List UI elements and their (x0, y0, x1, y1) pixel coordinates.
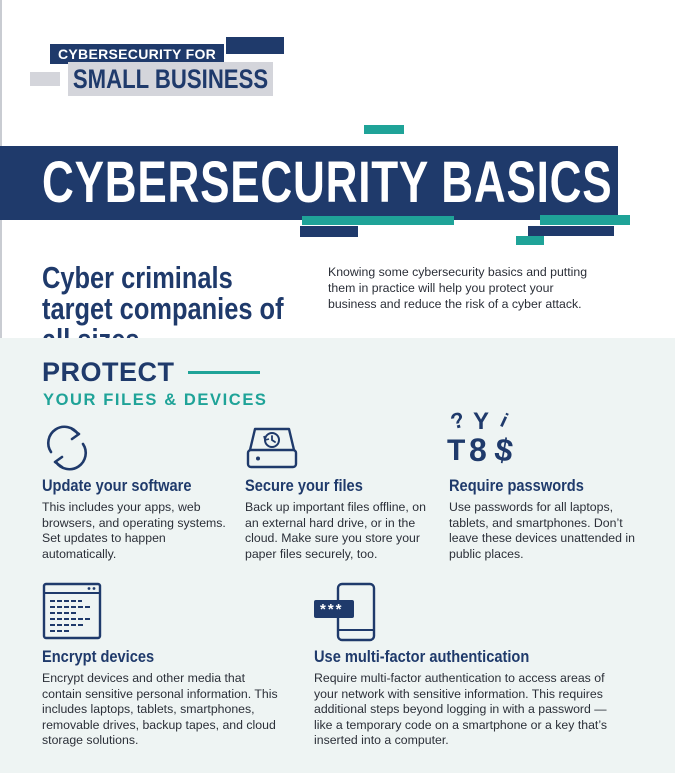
glyph-question: ? (447, 406, 468, 435)
card-title-multi-factor: Use multi-factor authentication (314, 647, 530, 666)
backup-drive-icon (246, 427, 298, 469)
banner-accent-teal-1 (302, 216, 454, 225)
banner-accent-navy-2 (528, 226, 614, 236)
series-label-top: CYBERSECURITY FOR (50, 44, 225, 64)
banner-accent-navy-1 (300, 226, 358, 237)
password-characters-icon: ? Y i T 8 $ (445, 406, 525, 470)
card-text-require-passwords: Use passwords for all laptops, tablets, … (449, 500, 635, 561)
glyph-dollar: $ (492, 430, 516, 470)
banner-accent-top (364, 125, 404, 134)
phone-code-icon: *** (312, 582, 376, 642)
series-label-bottom: SMALL BUSINESS (68, 62, 274, 96)
refresh-icon (46, 425, 88, 471)
card-title-encrypt-devices: Encrypt devices (42, 647, 155, 666)
masked-code-text: *** (320, 601, 344, 618)
section-title-rule (188, 371, 260, 374)
card-title-secure-files: Secure your files (245, 476, 363, 495)
card-title-update-software: Update your software (42, 476, 192, 495)
glyph-i: i (496, 409, 512, 433)
masthead-accent-bar (226, 37, 284, 54)
banner-accent-teal-3 (516, 236, 544, 245)
page-title: CYBERSECURITY BASICS (42, 150, 613, 215)
card-text-encrypt-devices: Encrypt devices and other media that con… (42, 671, 278, 748)
banner-accent-teal-2 (540, 215, 630, 225)
glyph-eight: 8 (469, 432, 487, 468)
section-subtitle: YOUR FILES & DEVICES (43, 391, 268, 409)
card-text-update-software: This includes your apps, web browsers, a… (42, 500, 226, 561)
encrypted-document-icon (42, 582, 102, 640)
card-text-multi-factor: Require multi-factor authentication to a… (314, 671, 608, 748)
intro-text: Knowing some cybersecurity basics and pu… (328, 265, 588, 311)
section-title: PROTECT (42, 357, 175, 387)
glyph-t: T (447, 434, 466, 467)
card-text-secure-files: Back up important files offline, on an e… (245, 500, 426, 561)
masthead-gray-bar (30, 72, 60, 86)
card-title-require-passwords: Require passwords (449, 476, 584, 495)
